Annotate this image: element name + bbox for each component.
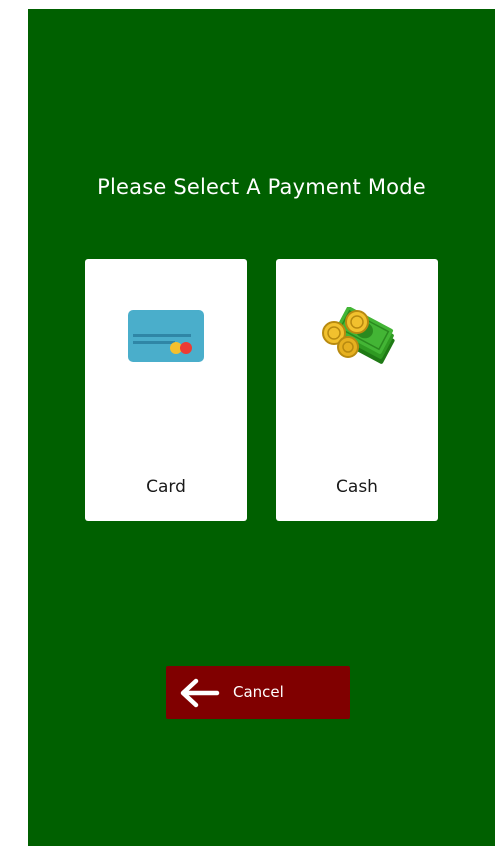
payment-screen: Please Select A Payment Mode Card Cash C…	[28, 9, 495, 846]
arrow-left-icon	[177, 676, 221, 710]
cash-money-icon	[316, 306, 398, 369]
cancel-label: Cancel	[233, 683, 284, 701]
page-title: Please Select A Payment Mode	[97, 175, 426, 199]
cancel-button[interactable]: Cancel	[166, 666, 350, 719]
card-option-label: Card	[146, 477, 186, 497]
cash-option-label: Cash	[336, 477, 378, 497]
card-payment-option[interactable]: Card	[85, 259, 247, 521]
credit-card-icon	[125, 307, 207, 369]
cash-payment-option[interactable]: Cash	[276, 259, 438, 521]
